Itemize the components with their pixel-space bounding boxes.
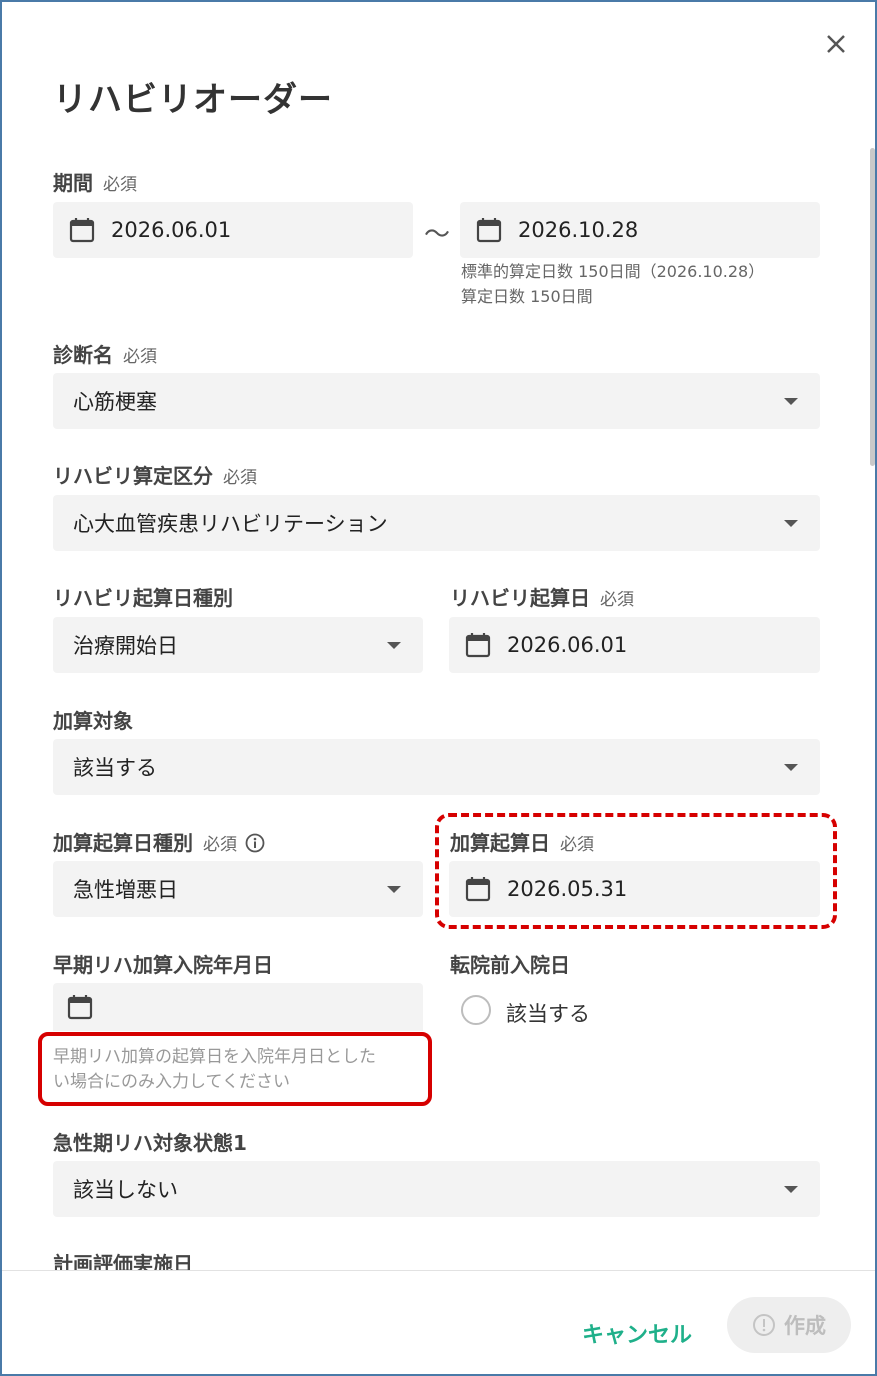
create-button[interactable]: 作成 xyxy=(727,1297,851,1353)
rehab-start-type-label: リハビリ起算日種別 xyxy=(53,582,233,611)
info-icon[interactable] xyxy=(245,833,265,853)
acute-rehab-state1-label-text: 急性期リハ対象状態1 xyxy=(53,1131,247,1155)
cancel-button[interactable]: キャンセル xyxy=(574,1311,700,1355)
dialog-footer: キャンセル 作成 xyxy=(2,1270,875,1374)
rehab-start-type-select[interactable]: 治療開始日 xyxy=(53,617,423,673)
dropdown-arrow-icon xyxy=(387,642,401,649)
rehab-category-value: 心大血管疾患リハビリテーション xyxy=(73,512,388,536)
create-button-label: 作成 xyxy=(784,1314,826,1338)
calendar-icon xyxy=(476,218,502,243)
rehab-category-label: リハビリ算定区分 必須 xyxy=(53,460,257,489)
required-badge: 必須 xyxy=(223,468,257,488)
diagnosis-select[interactable]: 心筋梗塞 xyxy=(53,373,820,429)
acute-rehab-state1-value: 該当しない xyxy=(73,1178,178,1202)
period-end-value: 2026.10.28 xyxy=(518,218,639,242)
pre-transfer-admission-radio[interactable] xyxy=(461,995,491,1025)
rehab-start-date-label-text: リハビリ起算日 xyxy=(450,586,590,610)
rehab-start-type-label-text: リハビリ起算日種別 xyxy=(53,586,233,610)
calendar-icon xyxy=(465,633,491,658)
period-label: 期間 必須 xyxy=(53,167,137,196)
period-separator: 〜 xyxy=(424,220,451,250)
period-helper-line2: 算定日数 150日間 xyxy=(461,287,593,306)
addition-start-type-select[interactable]: 急性増悪日 xyxy=(53,861,423,917)
rehab-start-date-field[interactable]: 2026.06.01 xyxy=(449,617,820,673)
period-start-field[interactable]: 2026.06.01 xyxy=(53,202,413,258)
dialog-title: リハビリオーダー xyxy=(53,80,333,120)
addition-start-type-value: 急性増悪日 xyxy=(73,878,178,902)
required-badge: 必須 xyxy=(203,835,237,855)
rehab-order-dialog: リハビリオーダー 期間 必須 2026.06.01 〜 2026.10.28 標準… xyxy=(0,0,877,1376)
pre-transfer-admission-option-label[interactable]: 該当する xyxy=(506,998,590,1028)
acute-rehab-state1-label: 急性期リハ対象状態1 xyxy=(53,1127,247,1156)
annotation-highlight-solid xyxy=(38,1032,432,1106)
dropdown-arrow-icon xyxy=(784,764,798,771)
addition-start-type-label-text: 加算起算日種別 xyxy=(53,831,193,855)
acute-rehab-state1-select[interactable]: 該当しない xyxy=(53,1161,820,1217)
required-badge: 必須 xyxy=(600,590,634,610)
dropdown-arrow-icon xyxy=(784,398,798,405)
period-start-value: 2026.06.01 xyxy=(111,218,232,242)
diagnosis-value: 心筋梗塞 xyxy=(73,390,157,414)
alert-circle-icon xyxy=(753,1314,775,1336)
addition-start-type-label: 加算起算日種別 必須 xyxy=(53,827,265,856)
calendar-icon xyxy=(69,218,95,243)
rehab-category-select[interactable]: 心大血管疾患リハビリテーション xyxy=(53,495,820,551)
pre-transfer-admission-label-text: 転院前入院日 xyxy=(450,953,570,977)
diagnosis-label: 診断名 必須 xyxy=(53,339,157,368)
rehab-category-label-text: リハビリ算定区分 xyxy=(53,464,213,488)
rehab-start-type-value: 治療開始日 xyxy=(73,634,178,658)
annotation-highlight-dashed xyxy=(435,813,837,929)
early-rehab-admission-label-text: 早期リハ加算入院年月日 xyxy=(53,953,273,977)
close-icon[interactable] xyxy=(822,30,850,58)
early-rehab-admission-label: 早期リハ加算入院年月日 xyxy=(53,949,273,978)
period-helper: 標準的算定日数 150日間（2026.10.28） 算定日数 150日間 xyxy=(461,259,764,309)
dropdown-arrow-icon xyxy=(784,520,798,527)
rehab-start-date-value: 2026.06.01 xyxy=(507,633,628,657)
pre-transfer-admission-label: 転院前入院日 xyxy=(450,949,570,978)
addition-target-label: 加算対象 xyxy=(53,705,133,734)
addition-target-label-text: 加算対象 xyxy=(53,709,133,733)
rehab-start-date-label: リハビリ起算日 必須 xyxy=(450,582,634,611)
period-end-field[interactable]: 2026.10.28 xyxy=(460,202,820,258)
required-badge: 必須 xyxy=(103,175,137,195)
dropdown-arrow-icon xyxy=(387,886,401,893)
period-helper-line1: 標準的算定日数 150日間（2026.10.28） xyxy=(461,262,765,281)
required-badge: 必須 xyxy=(123,347,157,367)
scrollbar-thumb[interactable] xyxy=(870,148,875,466)
period-label-text: 期間 xyxy=(53,171,93,195)
dropdown-arrow-icon xyxy=(784,1186,798,1193)
addition-target-select[interactable]: 該当する xyxy=(53,739,820,795)
calendar-icon xyxy=(67,995,93,1020)
diagnosis-label-text: 診断名 xyxy=(53,343,113,367)
early-rehab-admission-field[interactable] xyxy=(53,983,423,1031)
addition-target-value: 該当する xyxy=(73,756,157,780)
